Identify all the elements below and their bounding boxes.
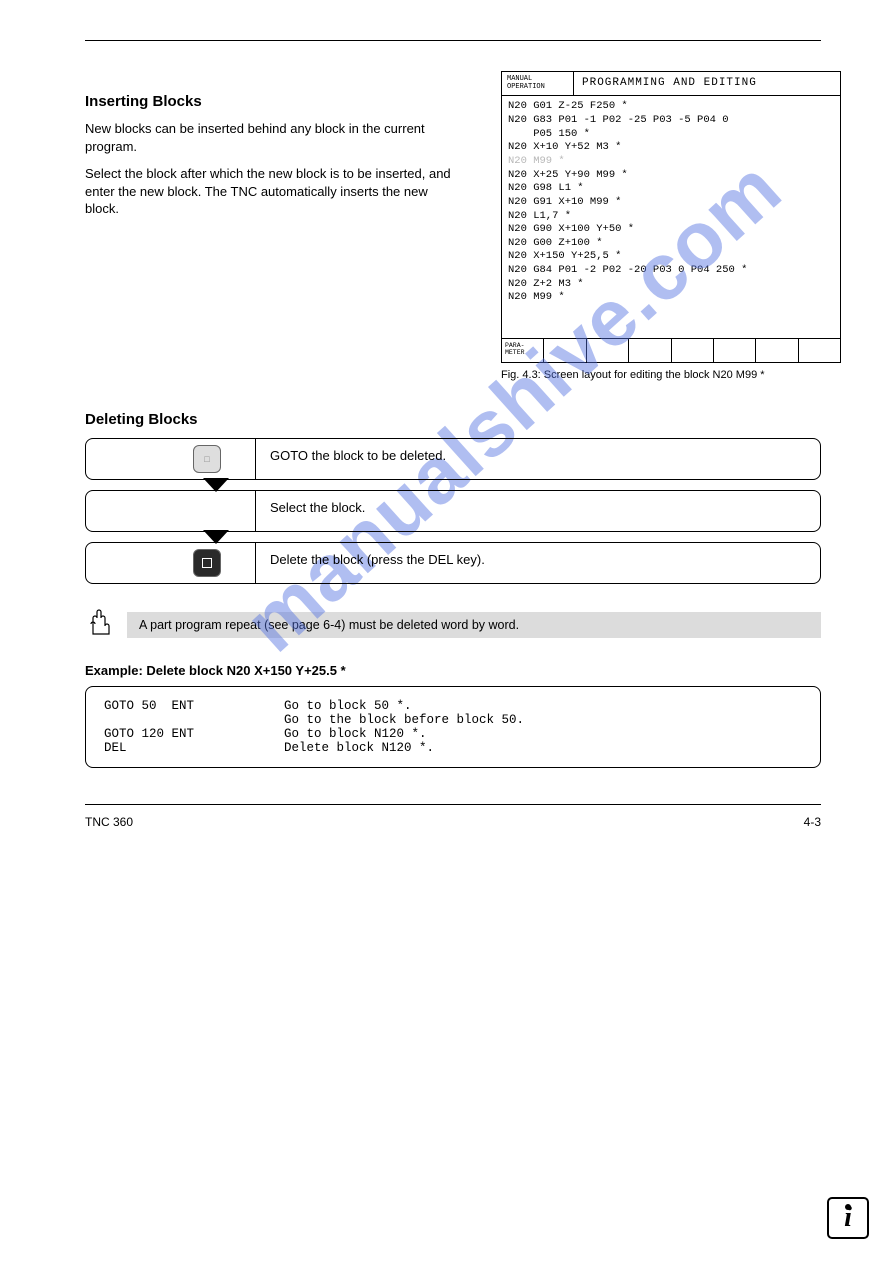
softkey[interactable]: PARA- METER [502, 339, 544, 362]
footer-right: 4-3 [804, 815, 821, 829]
screen-body: N20 G01 Z-25 F250 *N20 G83 P01 -1 P02 -2… [502, 96, 840, 309]
deleting-title: Deleting Blocks [85, 411, 821, 428]
softkey[interactable] [629, 339, 671, 362]
footer-left: TNC 360 [85, 815, 133, 829]
code-col2: Delete block N120 *. [284, 741, 434, 755]
code-col1: GOTO 50 ENT [104, 699, 284, 713]
section-title: Inserting Blocks [85, 93, 475, 110]
note-text: A part program repeat (see page 6-4) mus… [127, 612, 821, 638]
code-col2: Go to block N120 *. [284, 727, 427, 741]
step-stack: □ GOTO the block to be deleted. Select t… [85, 438, 821, 584]
cnc-screen: MANUAL OPERATION PROGRAMMING AND EDITING… [501, 71, 841, 363]
screen-softkeys: PARA- METER [502, 338, 840, 362]
softkey[interactable] [756, 339, 798, 362]
code-row: DELDelete block N120 *. [104, 741, 802, 755]
step-row-1: □ GOTO the block to be deleted. [85, 438, 821, 480]
example-title: Example: Delete block N20 X+150 Y+25.5 * [85, 663, 821, 678]
step-row-3: Delete the block (press the DEL key). [85, 542, 821, 584]
code-col1: DEL [104, 741, 284, 755]
softkey[interactable] [799, 339, 840, 362]
softkey[interactable] [714, 339, 756, 362]
step-key-2 [86, 491, 256, 531]
code-col2: Go to block 50 *. [284, 699, 412, 713]
goto-key-icon[interactable]: □ [193, 445, 221, 473]
step-key-1: □ [86, 439, 256, 479]
para-1: New blocks can be inserted behind any bl… [85, 120, 465, 155]
code-col1: GOTO 120 ENT [104, 727, 284, 741]
softkey[interactable] [587, 339, 629, 362]
softkey[interactable] [672, 339, 714, 362]
code-col1 [104, 713, 284, 727]
step-key-3 [86, 543, 256, 583]
bottom-rule [85, 804, 821, 805]
figure-caption: Fig. 4.3: Screen layout for editing the … [501, 369, 841, 381]
note-row: A part program repeat (see page 6-4) mus… [85, 606, 821, 643]
footer: TNC 360 4-3 [85, 815, 821, 829]
hand-icon [85, 606, 111, 643]
step-text-1: GOTO the block to be deleted. [256, 439, 820, 479]
example-box: GOTO 50 ENTGo to block 50 *.Go to the bl… [85, 686, 821, 768]
code-row: GOTO 50 ENTGo to block 50 *. [104, 699, 802, 713]
screen-mode: MANUAL OPERATION [502, 72, 574, 95]
step-row-2: Select the block. [85, 490, 821, 532]
step-text-3: Delete the block (press the DEL key). [256, 543, 820, 583]
para-2: Select the block after which the new blo… [85, 165, 465, 218]
code-row: Go to the block before block 50. [104, 713, 802, 727]
corner-info-icon: i [827, 1197, 869, 1239]
screen-header: MANUAL OPERATION PROGRAMMING AND EDITING [502, 72, 840, 96]
top-rule [85, 40, 821, 41]
softkey[interactable] [544, 339, 586, 362]
code-col2: Go to the block before block 50. [284, 713, 524, 727]
step-text-2: Select the block. [256, 491, 820, 531]
del-key-icon[interactable] [193, 549, 221, 577]
screen-title: PROGRAMMING AND EDITING [574, 72, 765, 95]
code-row: GOTO 120 ENTGo to block N120 *. [104, 727, 802, 741]
